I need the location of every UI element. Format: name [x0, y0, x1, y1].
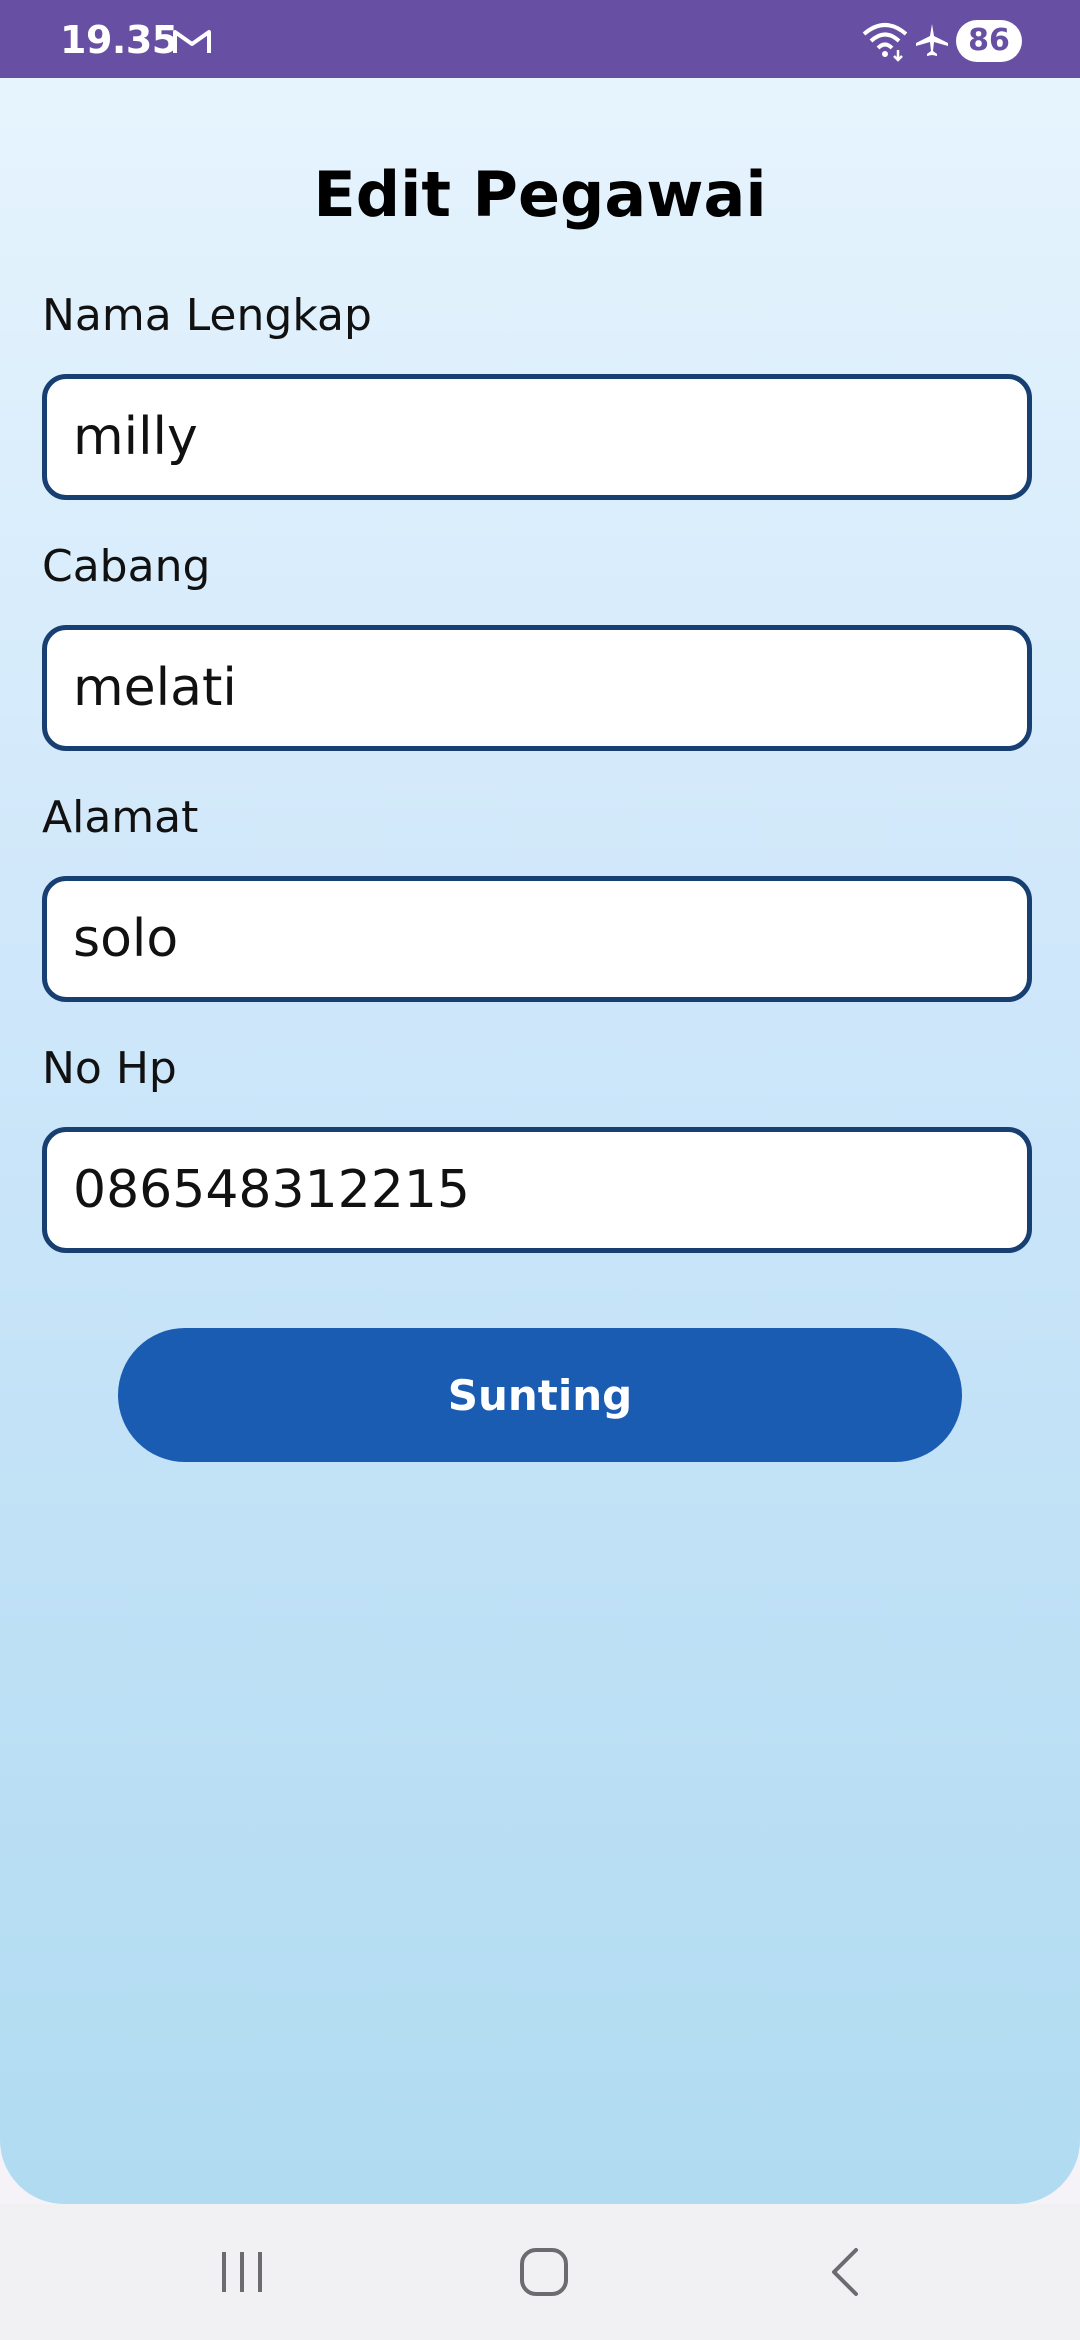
back-icon[interactable]: [818, 2242, 878, 2302]
submit-edit-button[interactable]: Sunting: [118, 1328, 962, 1462]
battery-icon: 86: [956, 20, 1022, 62]
branch-input[interactable]: [42, 625, 1032, 751]
edit-employee-screen: Edit Pegawai Nama Lengkap Cabang Alamat …: [0, 78, 1080, 2204]
page-title: Edit Pegawai: [313, 158, 767, 231]
address-input[interactable]: [42, 876, 1032, 1002]
status-time: 19.35: [60, 18, 178, 62]
recent-apps-icon[interactable]: [212, 2242, 272, 2302]
gmail-icon: [173, 30, 211, 53]
airplane-mode-icon: [916, 24, 948, 56]
address-label: Alamat: [42, 792, 199, 843]
branch-label: Cabang: [42, 541, 211, 592]
status-bar: 19.35 86: [0, 0, 1080, 78]
phone-input[interactable]: [42, 1127, 1032, 1253]
home-icon[interactable]: [514, 2242, 574, 2302]
wifi-icon: [862, 23, 908, 62]
full-name-label: Nama Lengkap: [42, 290, 372, 341]
battery-level: 86: [968, 23, 1010, 58]
phone-label: No Hp: [42, 1043, 177, 1094]
system-navigation-bar: [0, 2204, 1080, 2340]
full-name-input[interactable]: [42, 374, 1032, 500]
